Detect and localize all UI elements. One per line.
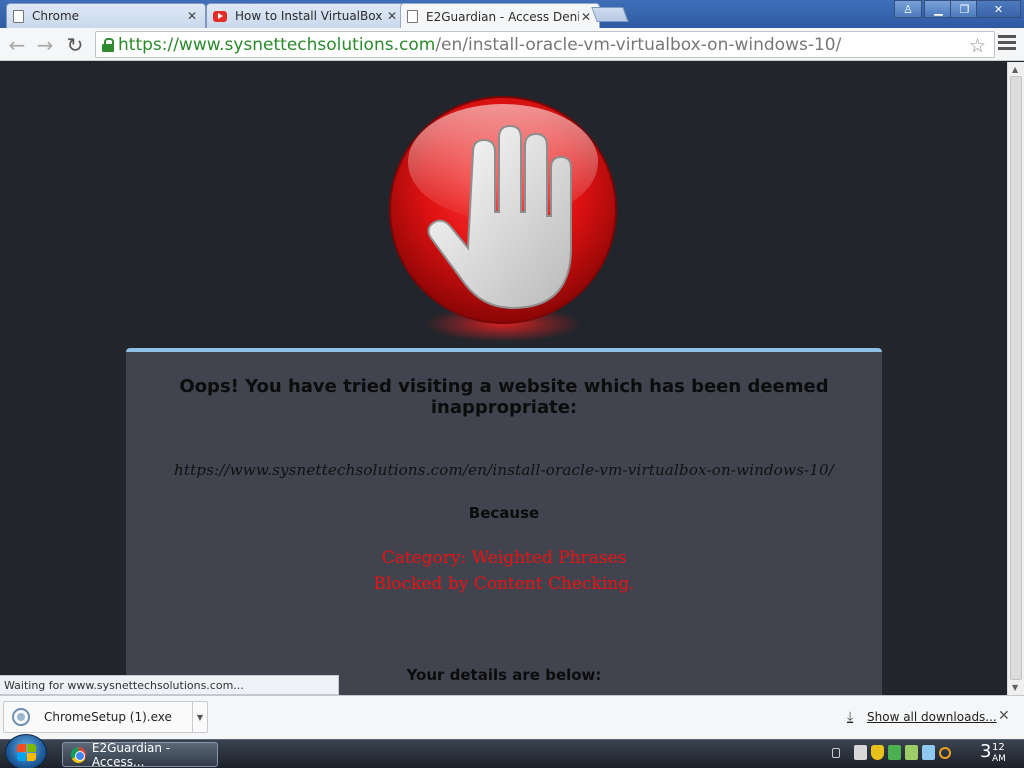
close-icon: ✕ <box>993 2 1004 16</box>
document-icon <box>407 10 418 23</box>
close-icon[interactable]: ✕ <box>385 9 399 23</box>
vertical-scrollbar[interactable]: ▲ ▼ <box>1007 62 1024 695</box>
block-message-panel: Oops! You have tried visiting a website … <box>126 348 882 695</box>
download-shelf: ChromeSetup (1).exe ▼ ⤓ Show all downloa… <box>0 695 1024 739</box>
update-icon[interactable] <box>888 745 901 760</box>
close-icon[interactable]: ✕ <box>998 708 1010 724</box>
status-bubble: Waiting for www.sysnettechsolutions.com.… <box>0 675 339 695</box>
address-bar[interactable]: https://www.sysnettechsolutions.com/en/i… <box>95 31 995 58</box>
reload-button[interactable]: ↻ <box>62 32 88 58</box>
url-host: https://www.sysnettechsolutions.com <box>118 34 436 55</box>
download-icon: ⤓ <box>847 709 854 725</box>
back-button[interactable]: ← <box>4 32 30 58</box>
tab-chrome[interactable]: Chrome ✕ <box>6 3 206 28</box>
stop-hand-icon <box>389 96 617 342</box>
youtube-icon <box>213 11 227 22</box>
lock-icon <box>102 38 114 52</box>
user-icon: ♙ <box>903 2 913 16</box>
reload-icon: ↻ <box>66 33 84 57</box>
url-path: /en/install-oracle-vm-virtualbox-on-wind… <box>435 34 842 55</box>
clock-ampm: AM <box>992 754 1006 764</box>
browser-toolbar: ← → ↻ https://www.sysnettechsolutions.co… <box>0 28 1024 61</box>
close-icon[interactable]: ✕ <box>185 9 199 23</box>
clock-minute: 12 <box>992 742 1005 753</box>
restore-button[interactable]: ❐ <box>950 0 979 18</box>
page-content: Oops! You have tried visiting a website … <box>0 62 1007 695</box>
because-label: Because <box>468 504 540 522</box>
tab-title: How to Install VirtualBox 5 <box>235 9 385 23</box>
windows-taskbar: E2Guardian - Access... 3 12 AM <box>0 734 1024 768</box>
tab-title: Chrome <box>32 9 80 23</box>
device-icon[interactable] <box>905 745 918 760</box>
window-close-button[interactable]: ✕ <box>976 0 1021 18</box>
chrome-icon <box>71 746 86 763</box>
tab-how-to-install-virtualbox[interactable]: How to Install VirtualBox 5 ✕ <box>206 3 406 28</box>
reason-detail: Blocked by Content Checking. <box>373 574 635 594</box>
minimize-icon: ▁ <box>934 2 943 16</box>
network-icon[interactable] <box>854 745 867 760</box>
keyboard-icon[interactable] <box>832 747 840 758</box>
show-all-downloads-link[interactable]: ⤓ Show all downloads... <box>847 710 997 724</box>
user-profile-button[interactable]: ♙ <box>894 0 922 18</box>
shield-icon[interactable] <box>871 745 884 760</box>
address-url[interactable]: https://www.sysnettechsolutions.com/en/i… <box>118 35 841 55</box>
close-icon[interactable]: ✕ <box>579 10 593 24</box>
installer-icon <box>12 708 30 726</box>
browser-title-bar: Chrome ✕ How to Install VirtualBox 5 ✕ E… <box>0 0 1024 29</box>
monitor-icon[interactable] <box>922 745 935 760</box>
tab-title: E2Guardian - Access Deni <box>426 9 579 24</box>
block-heading: Oops! You have tried visiting a website … <box>179 376 829 418</box>
start-button[interactable] <box>5 734 47 768</box>
reason-category: Category: Weighted Phrases <box>381 548 627 568</box>
blocked-url: https://www.sysnettechsolutions.com/en/i… <box>173 461 834 479</box>
taskbar-window-title: E2Guardian - Access... <box>91 740 171 768</box>
minimize-button[interactable]: ▁ <box>924 0 953 18</box>
forward-button[interactable]: → <box>32 32 58 58</box>
taskbar-window-button[interactable]: E2Guardian - Access... <box>62 740 218 768</box>
bookmark-star-icon[interactable]: ☆ <box>969 35 986 57</box>
download-item[interactable]: ChromeSetup (1).exe ▼ <box>3 701 208 733</box>
arrow-left-icon: ← <box>8 33 26 57</box>
document-icon <box>13 9 24 23</box>
system-tray <box>832 745 951 760</box>
arrow-right-icon: → <box>36 33 54 57</box>
scroll-down-icon[interactable]: ▼ <box>1012 683 1018 692</box>
chevron-down-icon[interactable]: ▼ <box>192 702 207 732</box>
menu-icon <box>998 35 1016 38</box>
windows-logo-icon <box>17 744 37 762</box>
new-tab-button[interactable] <box>591 7 629 22</box>
scroll-up-icon[interactable]: ▲ <box>1012 65 1018 74</box>
clock-hour: 3 <box>980 741 992 762</box>
restore-icon: ❐ <box>959 2 970 16</box>
search-icon[interactable] <box>939 746 951 759</box>
download-filename: ChromeSetup (1).exe <box>44 710 172 724</box>
show-all-label: Show all downloads... <box>867 710 997 724</box>
taskbar-clock[interactable]: 3 12 AM <box>980 741 1006 764</box>
chrome-menu-button[interactable] <box>998 35 1016 53</box>
tab-e2guardian[interactable]: E2Guardian - Access Deni ✕ <box>400 3 600 29</box>
scrollbar-thumb[interactable] <box>1010 76 1022 680</box>
